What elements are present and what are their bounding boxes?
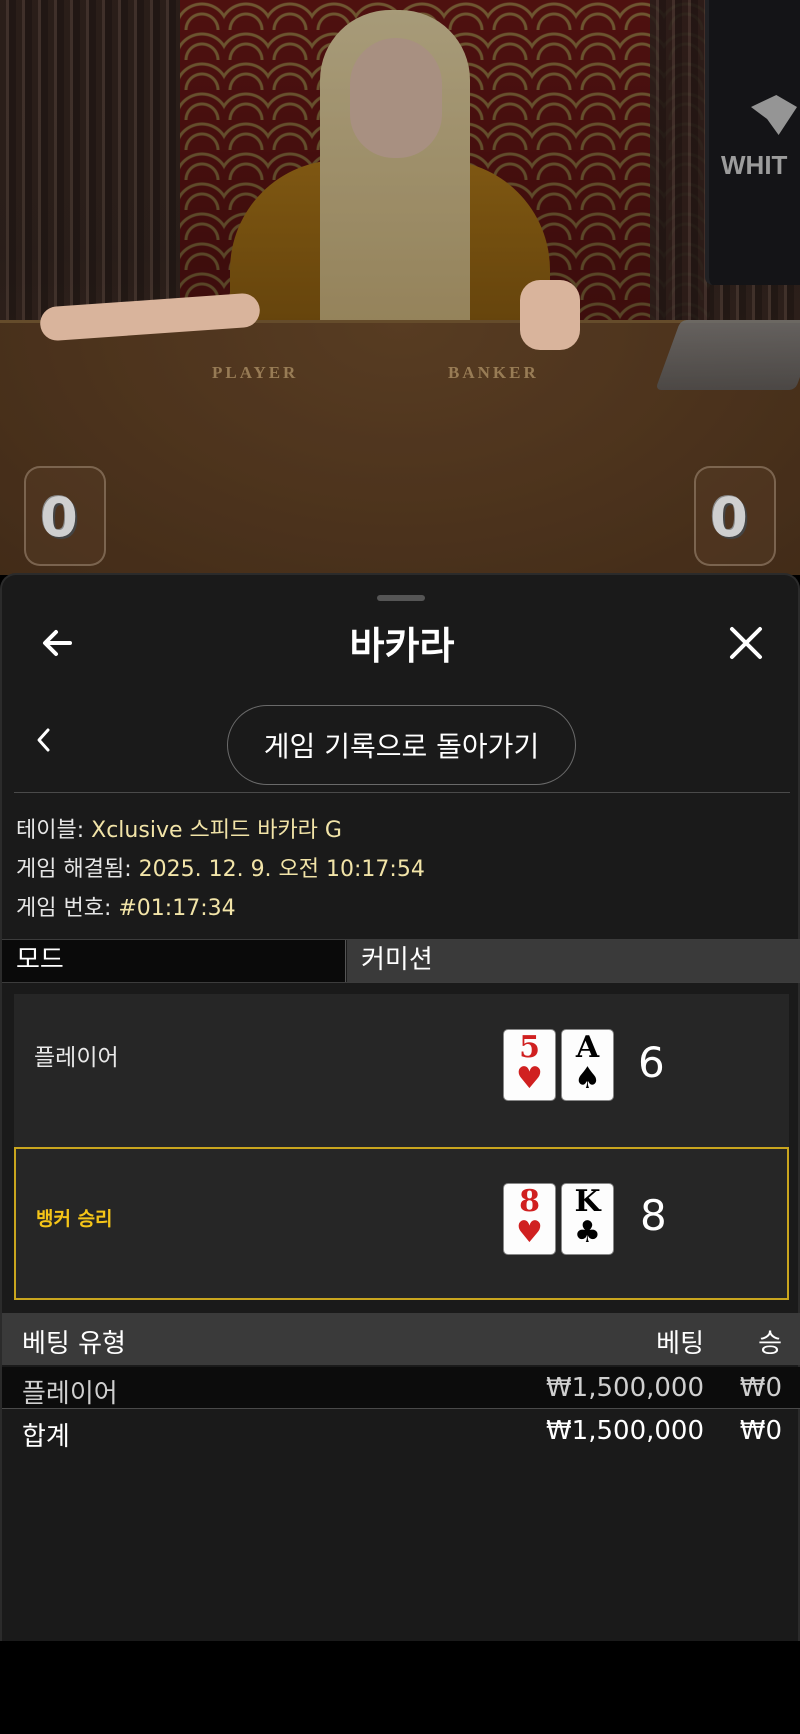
drag-handle[interactable] <box>377 595 425 601</box>
total-win: ₩0 <box>739 1416 782 1446</box>
player-result-label: 플레이어 <box>34 1045 119 1071</box>
banker-result: 뱅커 승리 8 ♥ K ♣ 8 <box>14 1147 789 1300</box>
back-to-history-button[interactable]: 게임 기록으로 돌아가기 <box>227 705 576 785</box>
close-icon <box>730 627 762 659</box>
header-bet-type: 베팅 유형 <box>22 1329 126 1359</box>
bet-type: 플레이어 <box>22 1379 118 1409</box>
previous-button[interactable] <box>32 725 56 755</box>
chevron-left-icon <box>37 728 50 752</box>
spade-icon: ♠ <box>574 1061 601 1096</box>
header-win: 승 <box>758 1329 782 1359</box>
info-game-number: 게임 번호: #01:17:34 <box>16 890 236 922</box>
mode-row: 모드 커미션 <box>2 939 800 983</box>
table-label-banker: BANKER <box>448 363 539 382</box>
info-number-label: 게임 번호: <box>16 896 112 921</box>
playing-card: 5 ♥ <box>504 1030 555 1100</box>
header-bet: 베팅 <box>656 1329 704 1359</box>
bets-table-header: 베팅 유형 베팅 승 <box>2 1313 800 1365</box>
dealer-arms <box>39 10 580 350</box>
banker-score-box: 0 <box>694 466 776 566</box>
divider <box>14 792 790 793</box>
mode-label: 모드 <box>2 940 346 982</box>
bottom-bar <box>0 1641 800 1734</box>
table-label-player: PLAYER <box>212 363 299 382</box>
live-video-feed: WHIT PLAYER BANKER 0 0 <box>0 0 800 575</box>
banker-score: 0 <box>710 486 748 549</box>
info-table-value: Xclusive 스피드 바카라 G <box>91 818 342 843</box>
banker-result-label: 뱅커 승리 <box>36 1208 113 1230</box>
player-score: 0 <box>40 486 78 549</box>
page-title: 바카라 <box>349 624 455 668</box>
total-label: 합계 <box>22 1422 70 1452</box>
club-icon: ♣ <box>574 1215 601 1250</box>
win-amount: ₩0 <box>739 1373 782 1403</box>
total-bet: ₩1,500,000 <box>545 1416 704 1446</box>
info-number-value: #01:17:34 <box>118 896 236 921</box>
info-resolved: 게임 해결됨: 2025. 12. 9. 오전 10:17:54 <box>16 851 425 883</box>
info-table: 테이블: Xclusive 스피드 바카라 G <box>16 812 342 844</box>
playing-card: 8 ♥ <box>504 1184 555 1254</box>
info-table-label: 테이블: <box>16 818 85 843</box>
player-score-box: 0 <box>24 466 106 566</box>
heart-icon: ♥ <box>516 1215 543 1250</box>
playing-card: K ♣ <box>562 1184 613 1254</box>
info-resolved-label: 게임 해결됨: <box>16 857 132 882</box>
playing-card: A ♠ <box>562 1030 613 1100</box>
player-total: 6 <box>638 1038 665 1087</box>
table-row: 플레이어 ₩1,500,000 ₩0 <box>2 1367 800 1409</box>
game-detail-sheet: 바카라 게임 기록으로 돌아가기 테이블: Xclusive 스피드 바카라 G… <box>0 573 800 1641</box>
info-resolved-value: 2025. 12. 9. 오전 10:17:54 <box>138 857 425 882</box>
bet-amount: ₩1,500,000 <box>545 1373 704 1403</box>
mode-value: 커미션 <box>347 940 800 982</box>
player-result: 플레이어 5 ♥ A ♠ 6 <box>14 994 789 1147</box>
close-button[interactable] <box>726 623 766 663</box>
heart-icon: ♥ <box>516 1061 543 1096</box>
dealer-arm-right <box>520 280 580 350</box>
banker-total: 8 <box>640 1191 667 1240</box>
total-row: 합계 ₩1,500,000 ₩0 <box>2 1410 800 1452</box>
